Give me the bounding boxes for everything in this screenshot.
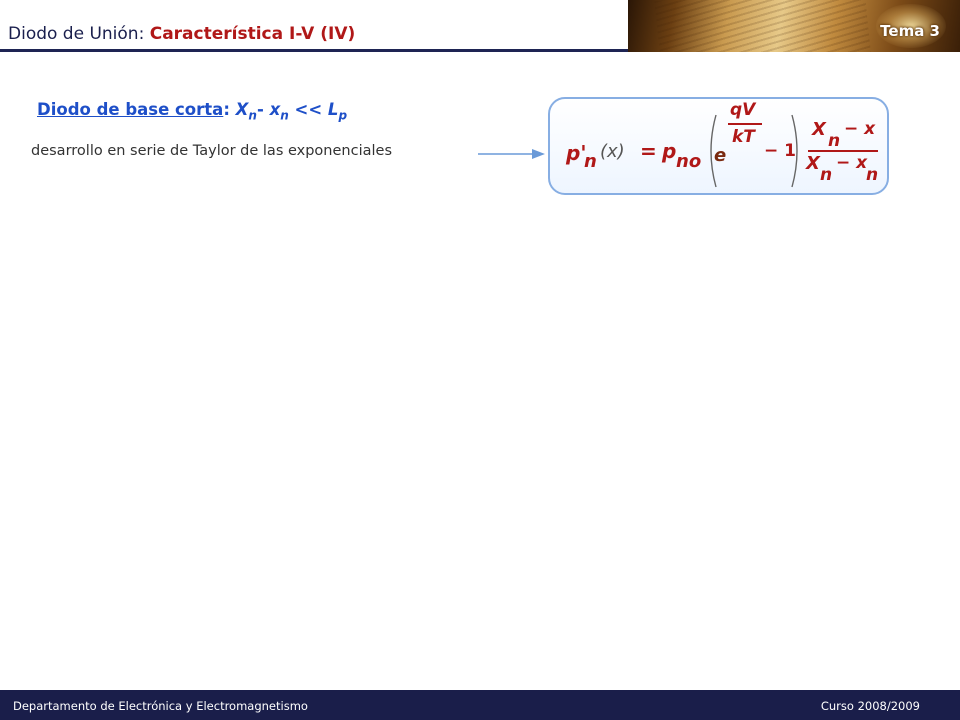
taylor-expansion-text: desarrollo en serie de Taylor de las exp… bbox=[31, 143, 392, 159]
cond-x: x bbox=[269, 100, 281, 119]
cond-L: L bbox=[327, 100, 339, 119]
formula-box: p' n (x) = p no e qV kT − 1 X n − x X n … bbox=[548, 97, 889, 195]
right-paren-glyph bbox=[791, 114, 798, 188]
title-accent: Característica I-V (IV) bbox=[149, 24, 356, 44]
fraction-den-X: X bbox=[806, 153, 820, 174]
footer-department: Departamento de Electrónica y Electromag… bbox=[13, 699, 308, 713]
cond-X: X bbox=[235, 100, 249, 119]
formula-p: p bbox=[662, 139, 677, 163]
short-base-heading: Diodo de base corta: Xn- xn << Lp bbox=[37, 100, 347, 122]
main-fraction-bar bbox=[808, 150, 878, 152]
cond-dash: - bbox=[256, 100, 264, 119]
short-base-colon: : bbox=[223, 100, 230, 119]
formula-lhs-arg: (x) bbox=[600, 141, 625, 162]
fraction-den-X-sub: n bbox=[820, 165, 833, 185]
footer-course: Curso 2008/2009 bbox=[820, 699, 920, 713]
slide-header: Diodo de Unión: Característica I-V (IV) … bbox=[0, 0, 960, 52]
exponent-denominator: kT bbox=[732, 127, 755, 147]
arrow-right-icon bbox=[478, 149, 545, 159]
slide-footer: Departamento de Electrónica y Electromag… bbox=[0, 690, 960, 720]
header-divider bbox=[0, 49, 630, 52]
fraction-num-X: X bbox=[812, 119, 826, 140]
short-base-label: Diodo de base corta bbox=[37, 100, 224, 119]
formula-equals: = bbox=[640, 139, 657, 163]
fraction-num-rest: − x bbox=[844, 119, 876, 139]
cond-x-sub: n bbox=[280, 108, 289, 123]
fraction-num-X-sub: n bbox=[828, 131, 841, 151]
fraction-den-x-sub: n bbox=[866, 165, 879, 185]
exponent-fraction-bar bbox=[728, 123, 762, 125]
cond-X-sub: n bbox=[248, 108, 257, 123]
slide-title: Diodo de Unión: Característica I-V (IV) bbox=[8, 24, 355, 44]
book-photo-banner: Tema 3 bbox=[628, 0, 960, 52]
formula-e: e bbox=[714, 145, 727, 166]
exponent-numerator: qV bbox=[730, 100, 756, 120]
formula-p-sub: no bbox=[676, 151, 702, 172]
fraction-den-rest: − x bbox=[836, 153, 868, 173]
formula-lhs-sub: n bbox=[584, 151, 597, 172]
cond-much-less: << bbox=[294, 100, 323, 119]
title-prefix: Diodo de Unión: bbox=[8, 24, 150, 44]
tema-label: Tema 3 bbox=[880, 22, 940, 40]
book-pages-texture bbox=[654, 0, 872, 52]
cond-L-sub: p bbox=[338, 108, 348, 123]
